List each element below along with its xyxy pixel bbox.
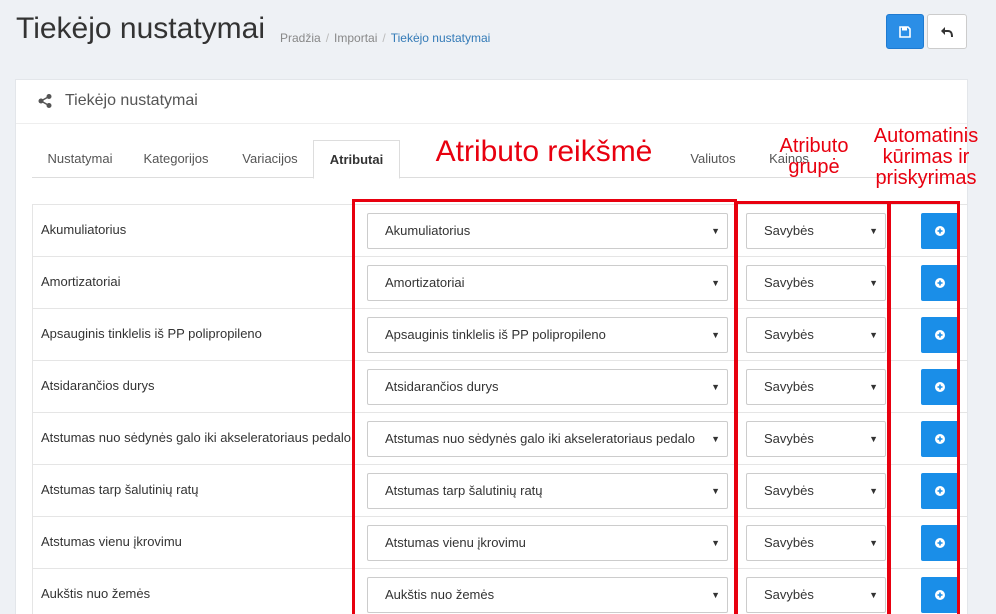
top-bar: Tiekėjo nustatymai Pradžia / Importai / Tiek… (0, 0, 996, 64)
attribute-label: Amortizatoriai (41, 274, 121, 289)
highlight-box-auto-column (888, 201, 960, 614)
tab-variacijos[interactable]: Variacijos (224, 140, 316, 178)
attribute-label: Apsauginis tinklelis iš PP polipropileno (41, 326, 262, 341)
tab-nustatymai[interactable]: Nustatymai (32, 140, 128, 178)
undo-arrow-icon (941, 26, 953, 37)
highlight-box-value-column (352, 199, 737, 614)
floppy-icon (899, 25, 911, 38)
annotation-attribute-group: Atributo grupė (779, 135, 849, 178)
attribute-label: Aukštis nuo žemės (41, 586, 151, 601)
highlight-box-group-column (735, 201, 890, 614)
attribute-label: Atstumas tarp šalutinių ratų (41, 482, 199, 497)
tab-atributai[interactable]: Atributai (313, 140, 400, 179)
attribute-label: Atstumas nuo sėdynės galo iki akselerato… (41, 430, 352, 445)
attribute-label: Atsidarančios durys (41, 378, 155, 393)
attribute-label: Akumuliatorius (41, 222, 127, 237)
page-title: Tiekėjo nustatymai (16, 12, 265, 45)
panel-header: Tiekėjo nustatymai (16, 80, 967, 124)
breadcrumb-home[interactable]: Pradžia (280, 31, 321, 45)
tab-kategorijos[interactable]: Kategorijos (128, 140, 224, 178)
annotation-auto-create: Automatinis kūrimas ir priskyrimas (873, 125, 979, 189)
share-icon (38, 94, 52, 108)
tab-valiutos[interactable]: Valiutos (680, 140, 746, 178)
save-button[interactable] (886, 14, 924, 49)
breadcrumb: Pradžia / Importai / Tiekėjo nustatymai (280, 31, 491, 45)
annotation-attribute-value: Atributo reikšmė (410, 136, 678, 174)
breadcrumb-imports[interactable]: Importai (334, 31, 377, 45)
back-button[interactable] (927, 14, 967, 49)
attribute-label: Atstumas vienu įkrovimu (41, 534, 182, 549)
breadcrumb-current[interactable]: Tiekėjo nustatymai (391, 31, 491, 45)
panel-title: Tiekėjo nustatymai (65, 92, 198, 109)
